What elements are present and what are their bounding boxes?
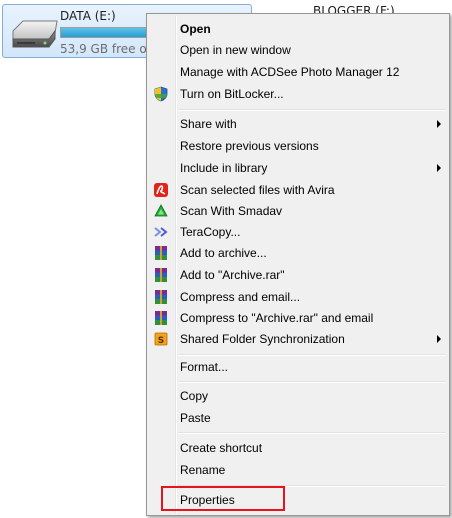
menu-item-label: Turn on BitLocker... <box>180 87 284 101</box>
menu-item-copy[interactable]: Copy <box>149 385 447 407</box>
menu-item-open-new-window[interactable]: Open in new window <box>149 39 447 61</box>
menu-item-label: Scan selected files with Avira <box>180 183 335 197</box>
submenu-arrow-icon <box>437 120 441 128</box>
menu-item-label: Add to "Archive.rar" <box>180 268 285 282</box>
winrar-icon <box>155 290 167 304</box>
menu-item-share-with[interactable]: Share with <box>149 113 447 135</box>
menu-item-label: Share with <box>180 117 237 131</box>
submenu-arrow-icon <box>437 335 441 343</box>
winrar-icon <box>155 268 167 282</box>
menu-item-add-archive[interactable]: Add to archive... <box>149 242 447 264</box>
teracopy-icon <box>154 227 168 237</box>
menu-item-format[interactable]: Format... <box>149 356 447 378</box>
winrar-icon <box>155 311 167 325</box>
menu-item-acdsee[interactable]: Manage with ACDSee Photo Manager 12 <box>149 61 447 83</box>
menu-item-open[interactable]: Open <box>149 18 447 40</box>
menu-item-add-archive-rar[interactable]: Add to "Archive.rar" <box>149 264 447 286</box>
menu-separator <box>178 109 446 111</box>
menu-separator <box>178 432 446 434</box>
menu-item-paste[interactable]: Paste <box>149 407 447 429</box>
menu-item-label: Format... <box>180 360 229 374</box>
menu-item-label: Rename <box>180 463 226 477</box>
menu-item-rename[interactable]: Rename <box>149 459 447 481</box>
winrar-icon <box>155 246 167 260</box>
menu-item-label: Compress to "Archive.rar" and email <box>180 311 374 325</box>
menu-item-label: TeraCopy... <box>180 225 241 239</box>
menu-item-compress-email[interactable]: Compress and email... <box>149 286 447 308</box>
menu-item-restore-versions[interactable]: Restore previous versions <box>149 135 447 157</box>
menu-item-label: Paste <box>180 411 211 425</box>
menu-item-avira-scan[interactable]: Scan selected files with Avira <box>149 179 447 201</box>
uac-shield-icon <box>154 86 168 102</box>
menu-item-bitlocker[interactable]: Turn on BitLocker... <box>149 83 447 105</box>
smadav-icon <box>154 204 168 217</box>
menu-item-label: Add to archive... <box>180 246 267 260</box>
sync-icon: S <box>154 332 168 346</box>
menu-item-label: Open <box>180 22 211 36</box>
menu-item-label: Include in library <box>180 161 268 175</box>
menu-item-label: Scan With Smadav <box>180 204 283 218</box>
menu-item-create-shortcut[interactable]: Create shortcut <box>149 437 447 459</box>
drive-e-name: DATA (E:) <box>60 9 116 23</box>
submenu-arrow-icon <box>437 164 441 172</box>
hard-drive-icon <box>12 20 58 48</box>
menu-item-label: Manage with ACDSee Photo Manager 12 <box>180 65 400 79</box>
menu-item-label: Restore previous versions <box>180 139 319 153</box>
menu-item-label: Open in new window <box>180 43 291 57</box>
avira-icon <box>154 183 168 197</box>
menu-separator <box>178 381 446 383</box>
menu-item-label: Create shortcut <box>180 441 263 455</box>
context-menu: Open Open in new window Manage with ACDS… <box>146 13 450 516</box>
menu-item-label: Copy <box>180 389 209 403</box>
menu-item-include-library[interactable]: Include in library <box>149 157 447 179</box>
menu-item-teracopy[interactable]: TeraCopy... <box>149 221 447 243</box>
svg-text:S: S <box>158 336 164 346</box>
menu-item-label: Compress and email... <box>180 290 301 304</box>
menu-item-label: Shared Folder Synchronization <box>180 332 345 346</box>
menu-item-compress-rar-email[interactable]: Compress to "Archive.rar" and email <box>149 307 447 329</box>
properties-highlight-box <box>161 486 285 511</box>
menu-item-shared-folder-sync[interactable]: S Shared Folder Synchronization <box>149 328 447 350</box>
menu-item-smadav-scan[interactable]: Scan With Smadav <box>149 200 447 222</box>
